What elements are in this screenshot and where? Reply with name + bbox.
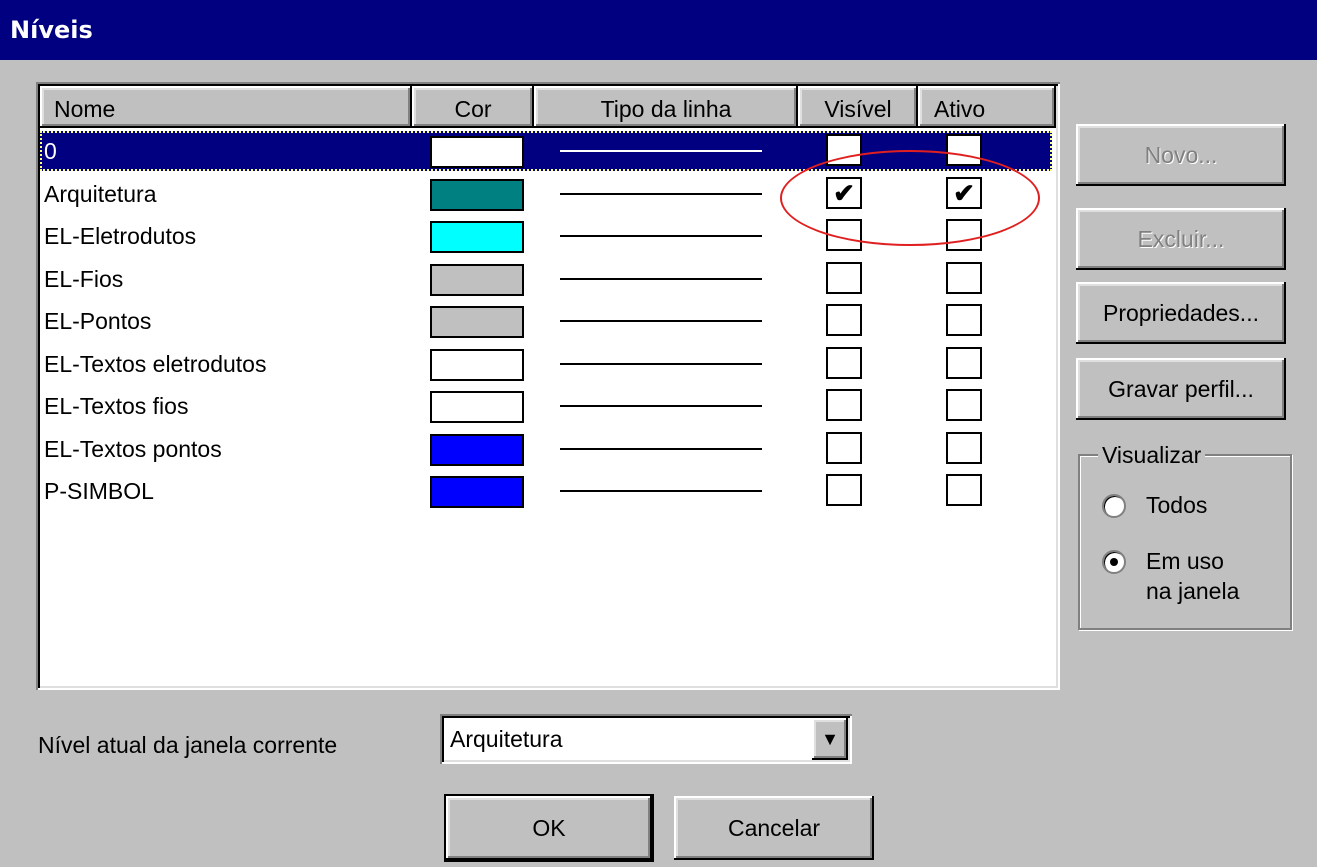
line-type-sample[interactable] (560, 320, 762, 322)
visible-checkbox[interactable] (826, 261, 862, 294)
color-swatch[interactable] (430, 263, 524, 296)
level-name: 0 (44, 138, 57, 164)
level-name: P-SIMBOL (44, 478, 154, 504)
color-swatch[interactable] (430, 306, 524, 338)
level-name: Arquitetura (44, 180, 157, 207)
color-swatch[interactable] (430, 348, 524, 381)
view-group-label: Visualizar (1098, 442, 1206, 469)
column-header-name[interactable]: Nome (40, 86, 412, 128)
table-row[interactable]: P-SIMBOL (40, 470, 1056, 513)
radio-all-label[interactable]: Todos (1146, 490, 1207, 520)
selection-highlight (40, 131, 1052, 171)
visible-checkbox[interactable] (826, 389, 862, 421)
radio-selected-dot (1110, 558, 1118, 566)
current-level-label: Nível atual da janela corrente (38, 732, 338, 758)
color-swatch[interactable] (430, 391, 524, 423)
color-swatch[interactable] (430, 433, 524, 466)
level-name: EL-Textos eletrodutos (44, 350, 267, 377)
visible-checkbox[interactable]: ✔ (826, 176, 862, 209)
line-type-sample[interactable] (560, 362, 762, 365)
table-row[interactable]: EL-Textos fios (40, 385, 1056, 428)
cancel-button[interactable]: Cancelar (674, 796, 874, 860)
active-checkbox[interactable]: ✔ (946, 176, 982, 209)
level-name: EL-Eletrodutos (44, 223, 197, 249)
table-row[interactable]: EL-Fios (40, 258, 1056, 301)
list-header: Nome Cor Tipo da linha Visível Ativo (40, 86, 1056, 128)
table-row[interactable]: EL-Textos pontos (40, 428, 1056, 471)
properties-button[interactable]: Propriedades... (1076, 282, 1286, 344)
levels-list[interactable]: Nome Cor Tipo da linha Visível Ativo 0 Ar… (36, 82, 1060, 690)
table-row[interactable]: 0 (40, 130, 1056, 173)
line-type-sample[interactable] (560, 277, 762, 280)
color-swatch[interactable] (430, 221, 524, 253)
active-checkbox[interactable] (946, 219, 982, 251)
level-name: EL-Pontos (44, 308, 152, 334)
active-checkbox[interactable] (946, 134, 982, 166)
active-checkbox[interactable] (946, 474, 982, 506)
level-name: EL-Textos fios (44, 393, 189, 419)
level-name: EL-Fios (44, 265, 124, 292)
active-checkbox[interactable] (946, 261, 982, 294)
line-type-sample[interactable] (560, 150, 762, 152)
delete-button[interactable]: Excluir... (1076, 208, 1286, 270)
active-checkbox[interactable] (946, 346, 982, 379)
radio-in-use-label-line1[interactable]: Em uso (1146, 546, 1224, 576)
view-groupbox: Visualizar Todos Em uso na janela (1078, 442, 1292, 630)
visible-checkbox[interactable] (826, 134, 862, 166)
table-row[interactable]: EL-Pontos (40, 300, 1056, 343)
line-type-sample[interactable] (560, 447, 762, 450)
column-header-active[interactable]: Ativo (918, 86, 1056, 128)
visible-checkbox[interactable] (826, 431, 862, 464)
table-row[interactable]: EL-Eletrodutos (40, 215, 1056, 258)
visible-checkbox[interactable] (826, 219, 862, 251)
dropdown-arrow-icon[interactable]: ▼ (812, 718, 848, 760)
visible-checkbox[interactable] (826, 304, 862, 336)
current-level-value: Arquitetura (450, 726, 563, 752)
visible-checkbox[interactable] (826, 474, 862, 506)
ok-button[interactable]: OK (446, 796, 652, 860)
color-swatch[interactable] (430, 476, 524, 508)
radio-in-use[interactable] (1102, 550, 1126, 574)
list-rows: 0 Arquitetura ✔ ✔ EL-Eletrodutos EL-Fios EL-Po… (40, 130, 1056, 513)
current-level-select[interactable]: Arquitetura ▼ (440, 714, 852, 764)
column-header-visible[interactable]: Visível (798, 86, 918, 128)
window-title: Níveis (0, 0, 1317, 60)
save-profile-button[interactable]: Gravar perfil... (1076, 358, 1286, 420)
table-row[interactable]: Arquitetura ✔ ✔ (40, 173, 1056, 216)
column-header-line-type[interactable]: Tipo da linha (534, 86, 798, 128)
line-type-sample[interactable] (560, 235, 762, 237)
active-checkbox[interactable] (946, 304, 982, 336)
radio-in-use-label-line2[interactable]: na janela (1146, 576, 1239, 606)
visible-checkbox[interactable] (826, 346, 862, 379)
column-header-color[interactable]: Cor (412, 86, 534, 128)
color-swatch[interactable] (430, 136, 524, 168)
active-checkbox[interactable] (946, 389, 982, 421)
new-button[interactable]: Novo... (1076, 124, 1286, 186)
line-type-sample[interactable] (560, 405, 762, 407)
line-type-sample[interactable] (560, 490, 762, 492)
radio-all[interactable] (1102, 494, 1126, 518)
active-checkbox[interactable] (946, 431, 982, 464)
color-swatch[interactable] (430, 178, 524, 211)
table-row[interactable]: EL-Textos eletrodutos (40, 343, 1056, 386)
level-name: EL-Textos pontos (44, 435, 222, 462)
line-type-sample[interactable] (560, 192, 762, 195)
